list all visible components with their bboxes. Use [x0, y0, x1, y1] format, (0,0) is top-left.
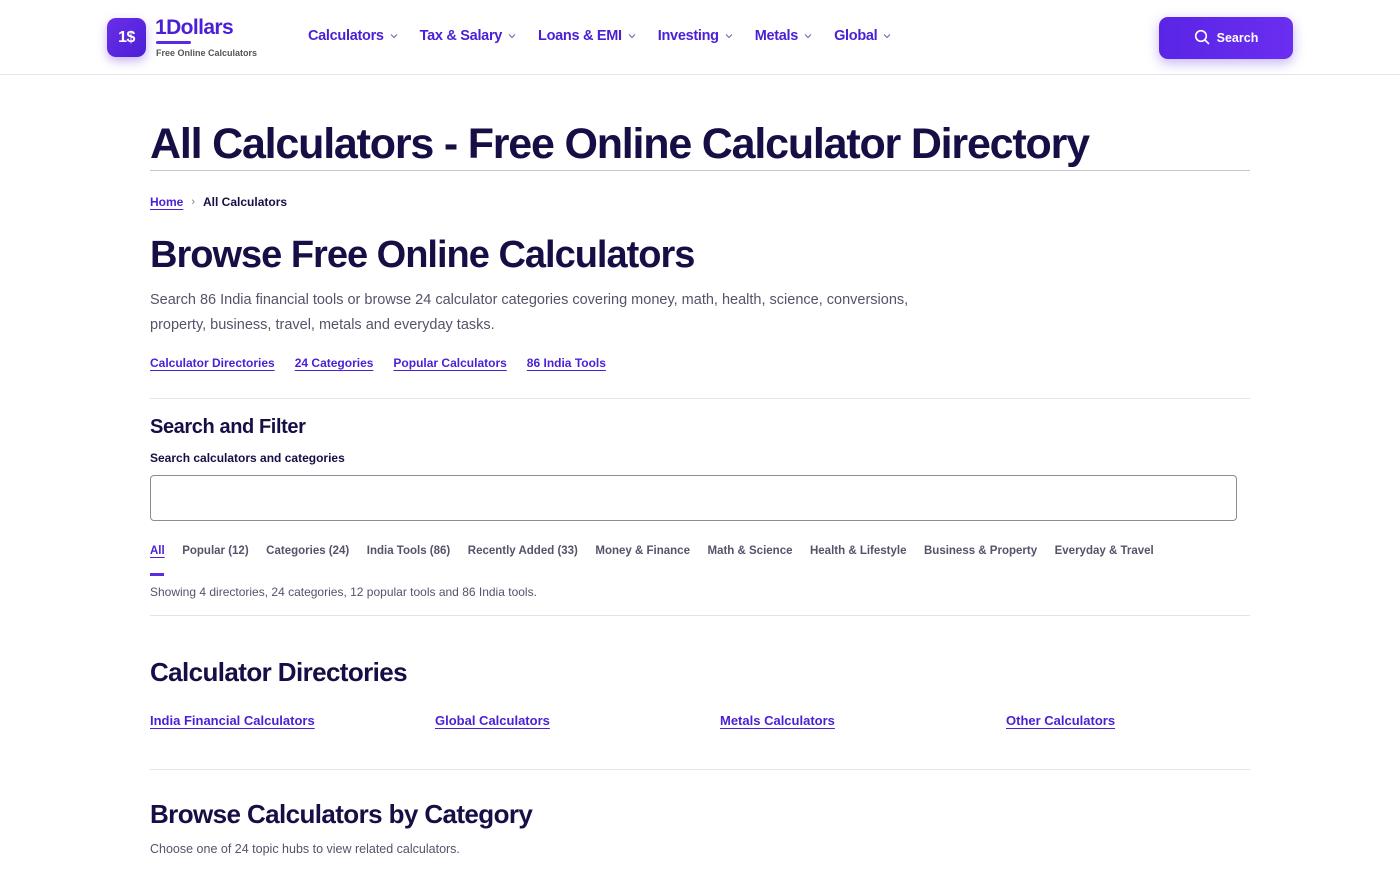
- nav-label: Tax & Salary: [419, 28, 503, 44]
- section-divider: [150, 769, 1250, 770]
- filter-tab-business-property[interactable]: Business & Property: [924, 545, 1037, 557]
- filter-tab-popular[interactable]: Popular (12): [182, 545, 248, 557]
- categories-description: Choose one of 24 topic hubs to view rela…: [150, 842, 460, 856]
- nav-calculators[interactable]: Calculators: [308, 28, 398, 44]
- quick-links: Calculator Directories 24 Categories Pop…: [150, 356, 626, 370]
- filter-tab-everyday-travel[interactable]: Everyday & Travel: [1055, 545, 1154, 557]
- nav-label: Metals: [754, 28, 799, 44]
- search-icon: [1194, 29, 1217, 48]
- nav-label: Calculators: [308, 28, 384, 44]
- active-filter-indicator: [150, 573, 164, 576]
- directory-link-india-financial[interactable]: India Financial Calculators: [150, 713, 315, 728]
- categories-heading: Browse Calculators by Category: [150, 799, 533, 829]
- nav-global[interactable]: Global: [834, 28, 891, 44]
- search-button-label: Search: [1216, 31, 1259, 45]
- filter-tab-money-finance[interactable]: Money & Finance: [595, 545, 690, 557]
- directories-heading: Calculator Directories: [150, 657, 408, 687]
- filter-tab-all[interactable]: All: [150, 545, 165, 557]
- browse-heading: Browse Free Online Calculators: [150, 234, 695, 276]
- search-input[interactable]: [150, 475, 1237, 521]
- chevron-down-icon: [725, 32, 733, 40]
- logo-badge[interactable]: 1$: [107, 18, 146, 57]
- filter-tab-india-tools[interactable]: India Tools (86): [367, 545, 451, 557]
- chevron-down-icon: [508, 32, 516, 40]
- chevron-down-icon: [883, 32, 891, 40]
- quick-link-directories[interactable]: Calculator Directories: [150, 356, 275, 370]
- nav-label: Investing: [657, 28, 719, 44]
- nav-investing[interactable]: Investing: [658, 28, 733, 44]
- filter-tab-recently-added[interactable]: Recently Added (33): [468, 545, 578, 557]
- directory-link-metals[interactable]: Metals Calculators: [720, 713, 835, 728]
- breadcrumb-separator: ›: [191, 196, 196, 208]
- directory-link-other[interactable]: Other Calculators: [1006, 713, 1115, 728]
- nav-metals[interactable]: Metals: [755, 28, 812, 44]
- nav-label: Loans & EMI: [538, 28, 622, 44]
- nav-tax-salary[interactable]: Tax & Salary: [420, 28, 516, 44]
- intro-text: Search 86 India financial tools or brows…: [150, 292, 909, 333]
- chevron-down-icon: [390, 32, 398, 40]
- main-nav: Calculators Tax & Salary Loans & EMI Inv…: [308, 28, 913, 44]
- filter-tab-math-science[interactable]: Math & Science: [707, 545, 792, 557]
- results-summary: Showing 4 directories, 24 categories, 12…: [150, 585, 537, 599]
- logo-underline: [156, 41, 191, 44]
- quick-link-categories[interactable]: 24 Categories: [295, 356, 374, 370]
- nav-label: Global: [834, 28, 878, 44]
- quick-link-india-tools[interactable]: 86 India Tools: [527, 356, 606, 370]
- logo-tagline: Free Online Calculators: [156, 48, 258, 58]
- breadcrumb-current: All Calculators: [203, 195, 288, 209]
- section-divider: [150, 398, 1250, 399]
- search-input-label: Search calculators and categories: [150, 451, 345, 465]
- filter-tab-categories[interactable]: Categories (24): [266, 545, 349, 557]
- site-header: 1$ 1Dollars Free Online Calculators Calc…: [0, 0, 1400, 75]
- quick-link-popular[interactable]: Popular Calculators: [393, 356, 506, 370]
- directory-link-global[interactable]: Global Calculators: [435, 713, 550, 728]
- nav-loans-emi[interactable]: Loans & EMI: [538, 28, 636, 44]
- page-title: All Calculators - Free Online Calculator…: [150, 120, 1090, 168]
- chevron-down-icon: [804, 32, 812, 40]
- section-divider: [150, 615, 1250, 616]
- chevron-down-icon: [628, 32, 636, 40]
- logo-name[interactable]: 1Dollars: [155, 16, 234, 40]
- search-filter-heading: Search and Filter: [150, 416, 306, 438]
- breadcrumb: Home › All Calculators: [150, 195, 287, 209]
- breadcrumb-home[interactable]: Home: [150, 195, 183, 209]
- title-divider: [150, 170, 1250, 171]
- filter-tabs: All Popular (12) Categories (24) India T…: [150, 545, 1171, 557]
- search-button[interactable]: Search: [1159, 17, 1293, 59]
- filter-tab-health-lifestyle[interactable]: Health & Lifestyle: [810, 545, 907, 557]
